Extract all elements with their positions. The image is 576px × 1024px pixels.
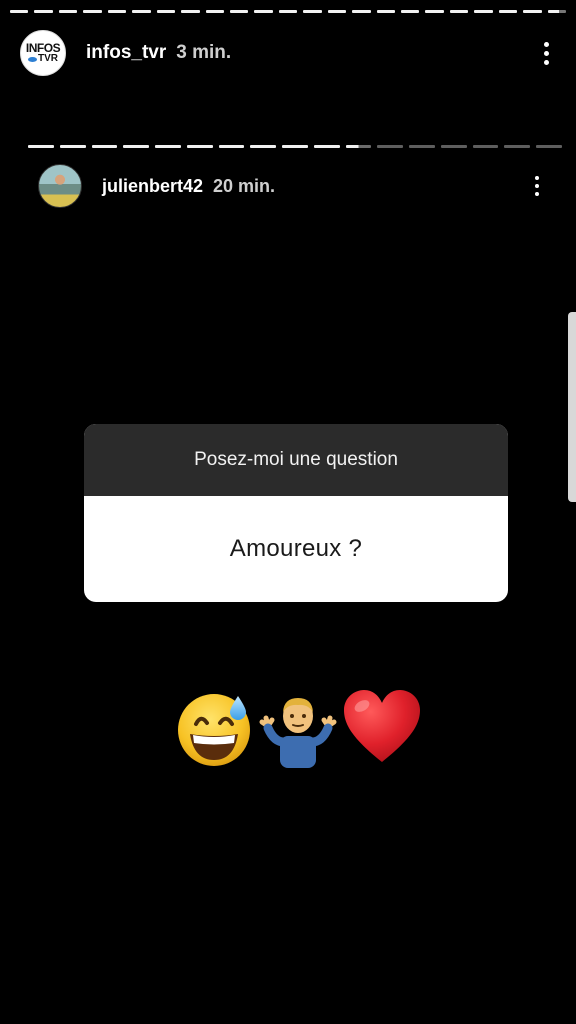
more-dot-icon [543, 50, 549, 56]
progress-segment [376, 10, 395, 13]
progress-segment [327, 10, 347, 13]
progress-segment [474, 10, 493, 13]
reposted-story-progress-bar [28, 145, 563, 148]
progress-segment [218, 145, 245, 148]
progress-segment [523, 10, 542, 13]
man-shrugging-icon [258, 692, 338, 768]
progress-segment [409, 145, 435, 148]
progress-segment [472, 145, 499, 148]
story-progress-bar [10, 10, 567, 13]
more-dot-icon [535, 192, 539, 196]
progress-segment [303, 10, 322, 13]
progress-segment [181, 10, 200, 13]
question-sticker: Posez-moi une question Amoureux ? [84, 424, 508, 602]
grinning-face-with-sweat-icon [176, 690, 256, 768]
more-dot-icon [535, 184, 539, 188]
progress-segment [59, 145, 86, 148]
progress-segment [28, 145, 54, 148]
progress-segment [547, 10, 567, 13]
progress-segment [425, 10, 444, 13]
side-handle [568, 312, 576, 502]
progress-segment [229, 10, 249, 13]
reposted-story-username: julienbert42 [102, 175, 204, 196]
progress-segment [282, 145, 308, 148]
progress-segment [107, 10, 127, 13]
progress-segment [83, 10, 102, 13]
progress-segment [34, 10, 53, 13]
progress-segment [504, 145, 531, 148]
reposted-more-options-icon [528, 172, 546, 200]
progress-segment [440, 145, 467, 148]
avatar-logo-bottom: TVR [28, 54, 58, 64]
progress-segment [278, 10, 298, 13]
more-dot-icon [543, 41, 549, 47]
question-answer: Amoureux ? [229, 535, 363, 562]
progress-segment [123, 145, 150, 148]
progress-segment [155, 145, 181, 148]
progress-segment [132, 10, 151, 13]
story-username[interactable]: infos_tvr [86, 42, 166, 64]
progress-segment [10, 10, 29, 13]
story-header: INFOS TVR infos_tvr 3 min. [20, 29, 556, 77]
progress-segment [498, 10, 518, 13]
progress-segment [401, 10, 420, 13]
avatar-logo-bottom-text: TVR [38, 53, 58, 64]
story-viewer[interactable]: INFOS TVR infos_tvr 3 min. julienbert42 … [0, 0, 576, 1024]
more-dot-icon [543, 59, 549, 65]
more-options-button[interactable] [536, 38, 556, 68]
avatar[interactable]: INFOS TVR [20, 30, 66, 76]
story-time-ago: 3 min. [176, 42, 232, 63]
avatar [38, 164, 82, 208]
reposted-story-time-ago: 20 min. [213, 175, 276, 196]
progress-segment [449, 10, 469, 13]
progress-segment [313, 145, 340, 148]
progress-segment [352, 10, 371, 13]
question-prompt: Posez-moi une question [84, 424, 508, 496]
red-heart-icon [342, 688, 422, 766]
reposted-story-header: julienbert42 20 min. [38, 163, 546, 209]
emoji-row [176, 686, 426, 768]
more-dot-icon [535, 176, 539, 180]
progress-segment [345, 145, 372, 148]
progress-segment [58, 10, 78, 13]
progress-segment [186, 145, 213, 148]
eye-icon [28, 56, 37, 62]
progress-segment [254, 10, 273, 13]
progress-segment [91, 145, 118, 148]
progress-segment [536, 145, 563, 148]
progress-segment [377, 145, 404, 148]
progress-segment [156, 10, 176, 13]
progress-segment [205, 10, 224, 13]
progress-segment [250, 145, 277, 148]
